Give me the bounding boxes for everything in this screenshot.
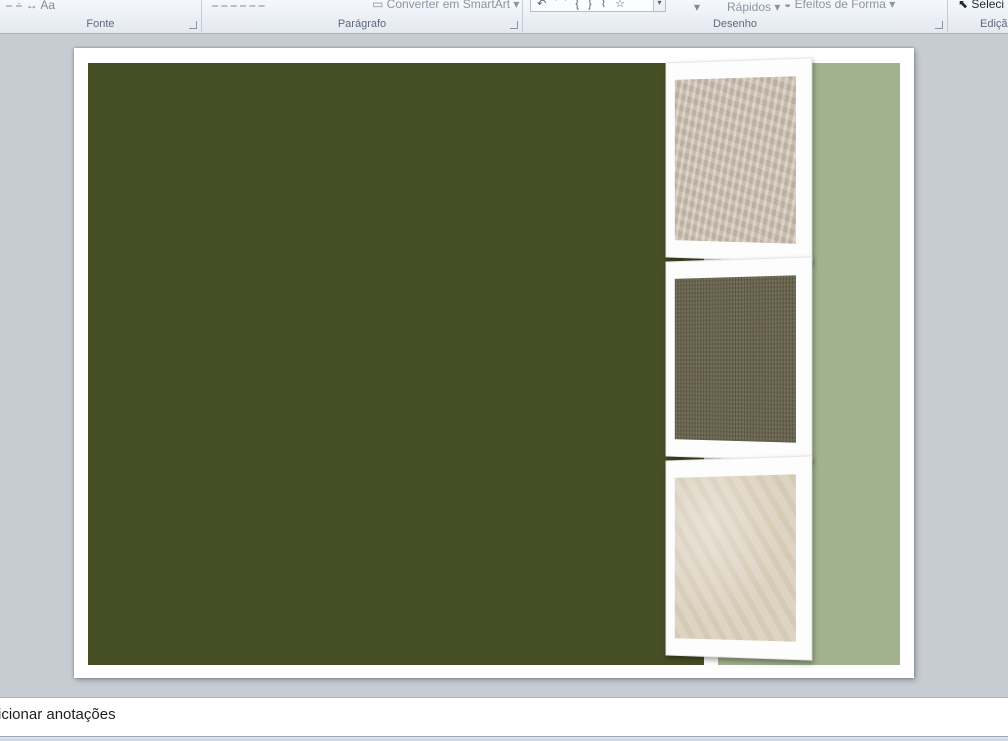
ribbon-group-label: Ediçã [980, 18, 1008, 30]
ribbon-group-label: Parágrafo [202, 18, 522, 30]
marble-texture-image [675, 474, 796, 641]
dialog-launcher-icon[interactable] [935, 21, 943, 29]
notes-placeholder[interactable]: icionar anotações [0, 706, 116, 723]
photo-frame-olive-texture[interactable] [665, 256, 812, 461]
ribbon-group-paragraph: Parágrafo [202, 0, 523, 32]
ribbon-group-font: Fonte [0, 0, 202, 32]
ribbon-group-editing: Ediçã [948, 0, 1008, 32]
main-content-panel[interactable] [88, 63, 704, 665]
ribbon-group-drawing: Desenho [523, 0, 948, 32]
photo-frame-marble-texture[interactable] [665, 455, 812, 660]
ribbon-group-label: Fonte [0, 18, 201, 30]
status-bar [0, 736, 1008, 741]
ribbon-group-label: Desenho [523, 18, 947, 30]
dialog-launcher-icon[interactable] [510, 21, 518, 29]
ribbon: ⎯ ∸ ↔ Aa Fonte ⎯ ⎯ ⎯ ⎯ ⎯ ⎯ ▭ Converter e… [0, 0, 1008, 34]
notes-pane[interactable]: icionar anotações [0, 697, 1008, 737]
photo-frame-beige-texture[interactable] [665, 57, 812, 262]
beige-texture-image [675, 76, 796, 243]
dialog-launcher-icon[interactable] [189, 21, 197, 29]
olive-texture-image [675, 275, 796, 442]
